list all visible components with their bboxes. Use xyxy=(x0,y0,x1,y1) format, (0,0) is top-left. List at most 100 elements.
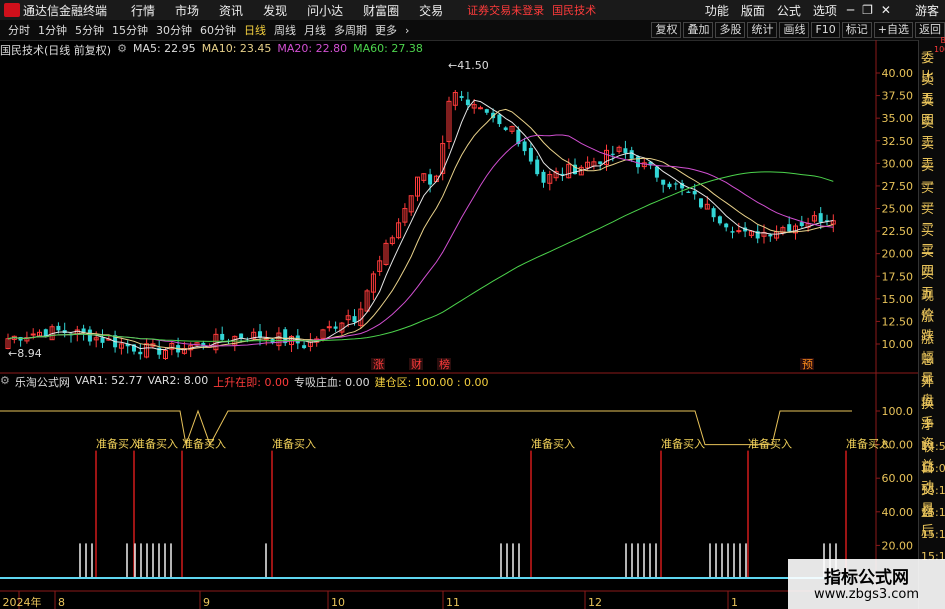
tool-f10-button[interactable]: F10 xyxy=(811,22,840,38)
indicator-gear-icon[interactable]: ⚙ xyxy=(0,374,10,388)
date-tick-label: 11 xyxy=(446,596,460,609)
guest-button[interactable]: 游客 xyxy=(915,2,939,19)
candle-body-up xyxy=(106,338,112,341)
menu-formula[interactable]: 公式 xyxy=(777,2,801,19)
chart-frame xyxy=(0,40,918,592)
candle-body-up xyxy=(74,329,80,335)
menu-trade[interactable]: 交易 xyxy=(419,2,443,19)
chevron-right-icon[interactable]: › xyxy=(401,24,413,37)
var2-value: VAR2: 8.00 xyxy=(147,374,209,387)
tool-watchlist-button[interactable]: +自选 xyxy=(873,22,913,38)
period-tab-15min[interactable]: 15分钟 xyxy=(108,22,152,38)
menu-news[interactable]: 资讯 xyxy=(219,2,243,19)
price-tick-label: 32.50 xyxy=(882,135,914,148)
absorb-value: 专吸庄血: 0.00 xyxy=(293,376,370,389)
menu-market-quotes[interactable]: 行情 xyxy=(131,2,155,19)
price-tick-label: 40.00 xyxy=(882,67,914,80)
candle-body-up xyxy=(471,104,477,109)
candle-body-down xyxy=(673,183,678,185)
title-bar: 通达信金融终端 行情 市场 资讯 发现 问小达 财富圈 交易 证券交易未登录 国… xyxy=(0,0,945,21)
period-tab-more[interactable]: 更多 xyxy=(371,22,401,38)
candle-body-down xyxy=(648,161,653,166)
candle-body-up xyxy=(641,162,647,168)
candle-body-up xyxy=(263,337,269,340)
candle-body-down xyxy=(497,114,502,125)
price-tick-label: 20.00 xyxy=(882,248,914,261)
candle-body-up xyxy=(774,231,780,239)
settings-gear-icon[interactable]: ⚙ xyxy=(117,42,127,56)
ma10-value: MA10: 23.45 xyxy=(201,42,272,55)
period-tab-monthly[interactable]: 月线 xyxy=(300,22,330,38)
candle-body-down xyxy=(333,326,338,329)
candle-body-up xyxy=(421,173,427,181)
menu-options[interactable]: 选项 xyxy=(813,2,837,19)
tool-multistock-button[interactable]: 多股 xyxy=(715,22,746,38)
rise-soon-value: 上升在即: 0.00 xyxy=(213,376,289,389)
indicator-tick-label: 80.00 xyxy=(882,439,914,452)
tool-mark-button[interactable]: 标记 xyxy=(841,22,872,38)
tool-adjust-button[interactable]: 复权 xyxy=(651,22,682,38)
indicator-axis: 100.0 80.00 60.00 40.00 20.00 xyxy=(876,405,913,552)
buy-signal-label: 准备买入 xyxy=(272,437,316,451)
candle-body-down xyxy=(352,316,357,323)
period-tab-multi[interactable]: 多周期 xyxy=(330,22,371,38)
price-tick-label: 37.50 xyxy=(882,90,914,103)
candle-body-up xyxy=(805,223,811,228)
price-axis: 40.00 37.50 35.00 32.50 30.00 27.50 25.00 22.50… xyxy=(876,67,913,351)
ma20-line xyxy=(7,134,834,347)
candle-body-down xyxy=(636,156,640,168)
candle-body-down xyxy=(491,112,496,119)
event-mark-box xyxy=(371,358,385,370)
candle-body-up xyxy=(150,343,156,347)
menu-wealth[interactable]: 财富圈 xyxy=(363,2,399,19)
candle-body-down xyxy=(56,325,61,331)
period-tab-intraday[interactable]: 分时 xyxy=(4,22,34,38)
tool-draw-button[interactable]: 画线 xyxy=(779,22,810,38)
candle-body-down xyxy=(680,183,685,189)
chart-area[interactable]: 40.00 37.50 35.00 32.50 30.00 27.50 25.00 22.50… xyxy=(0,0,945,609)
price-tick-label: 35.00 xyxy=(882,112,914,125)
tool-stats-button[interactable]: 统计 xyxy=(747,22,778,38)
restore-icon[interactable]: ❐ xyxy=(862,3,873,17)
menu-layout[interactable]: 版面 xyxy=(741,2,765,19)
login-warning[interactable]: 证券交易未登录 xyxy=(467,2,544,18)
tool-overlay-button[interactable]: 叠加 xyxy=(683,22,714,38)
period-tab-weekly[interactable]: 周线 xyxy=(270,22,300,38)
period-tab-30min[interactable]: 30分钟 xyxy=(152,22,196,38)
candle-body-up xyxy=(547,174,553,184)
period-tab-1min[interactable]: 1分钟 xyxy=(34,22,71,38)
menu-discover[interactable]: 发现 xyxy=(263,2,287,19)
date-tick-label: 2024年 xyxy=(3,595,42,609)
watermark-title: 指标公式网 xyxy=(824,568,909,588)
period-tab-60min[interactable]: 60分钟 xyxy=(196,22,240,38)
candle-body-up xyxy=(345,315,351,321)
candle-body-up xyxy=(509,126,515,132)
period-tab-daily[interactable]: 日线 xyxy=(240,22,270,38)
accumulation-zone-value: 建仓区: 100.00 : 0.00 xyxy=(374,376,489,389)
ma60-line xyxy=(7,171,834,342)
menu-market[interactable]: 市场 xyxy=(175,2,199,19)
candle-body-up xyxy=(446,100,452,143)
site-watermark: 指标公式网 www.zbgs3.com xyxy=(788,559,945,609)
price-tick-label: 30.00 xyxy=(882,157,914,170)
candle-body-down xyxy=(825,220,829,222)
menu-ask[interactable]: 问小达 xyxy=(307,2,343,19)
candle-body-up xyxy=(408,195,414,213)
candle-body-down xyxy=(132,344,136,352)
close-icon[interactable]: ✕ xyxy=(881,3,891,17)
candle-body-down xyxy=(692,190,697,195)
app-title: 通达信金融终端 xyxy=(23,3,108,18)
menu-function[interactable]: 功能 xyxy=(705,2,729,19)
candle-body-down xyxy=(176,345,181,353)
minimize-icon[interactable]: ─ xyxy=(847,3,854,17)
candle-body-up xyxy=(307,340,313,347)
period-tab-5min[interactable]: 5分钟 xyxy=(71,22,108,38)
candle-body-up xyxy=(553,171,559,179)
candle-body-up xyxy=(440,143,446,174)
candle-body-down xyxy=(270,339,275,343)
indicator-step-line xyxy=(0,409,852,447)
candle-body-up xyxy=(811,215,817,222)
candles xyxy=(5,90,836,361)
candle-body-down xyxy=(686,191,691,193)
candle-body-down xyxy=(598,161,603,165)
